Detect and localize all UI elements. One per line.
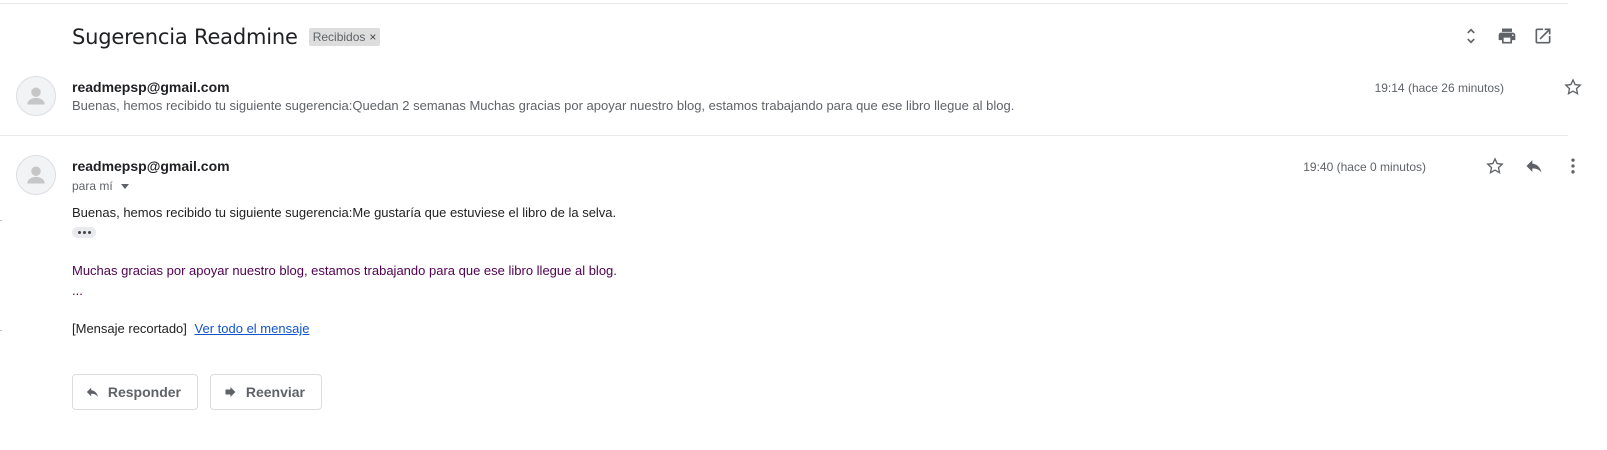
print-icon[interactable] [1497, 24, 1517, 48]
top-divider [0, 3, 1568, 4]
forward-label: Reenviar [245, 384, 305, 400]
dot [87, 231, 91, 234]
dot [77, 231, 81, 234]
message-body-text: Buenas, hemos recibido tu siguiente suge… [72, 205, 617, 220]
label-chip-inbox[interactable]: Recibidos × [308, 28, 381, 46]
recipient-dropdown[interactable]: para mí [72, 179, 129, 193]
message-snippet: Buenas, hemos recibido tu siguiente suge… [72, 98, 1015, 113]
quoted-ellipsis: ... [72, 283, 83, 298]
subject-row: Sugerencia Readmine Recibidos × [72, 22, 381, 52]
default-avatar-icon [17, 77, 55, 115]
edge-tick [0, 220, 2, 221]
chevron-down-icon [120, 184, 129, 189]
message-time: 19:14 (hace 26 minutos) [1374, 81, 1504, 95]
star-icon[interactable] [1563, 77, 1583, 102]
reply-label: Responder [107, 384, 181, 400]
sender-email: readmepsp@gmail.com [72, 79, 230, 95]
quoted-text: Muchas gracias por apoyar nuestro blog, … [72, 263, 617, 278]
expand-collapse-icon[interactable] [1461, 24, 1481, 48]
reply-icon [86, 387, 99, 397]
forward-icon [225, 387, 236, 397]
star-icon[interactable] [1485, 156, 1505, 181]
open-in-new-window-icon[interactable] [1533, 24, 1553, 48]
edge-tick [0, 330, 2, 331]
message-divider [0, 135, 1568, 136]
default-avatar-icon [17, 156, 55, 194]
recipient-label: para mí [72, 179, 113, 193]
label-chip-text: Recibidos [312, 30, 366, 44]
thread-subject: Sugerencia Readmine [72, 25, 298, 49]
more-options-icon[interactable] [1563, 156, 1583, 181]
reply-button[interactable]: Responder [72, 374, 198, 410]
reply-icon[interactable] [1524, 156, 1544, 181]
forward-button[interactable]: Reenviar [210, 374, 322, 410]
thread-toolbar [1461, 24, 1553, 48]
sender-email: readmepsp@gmail.com [72, 158, 230, 174]
dot [82, 231, 86, 234]
clipped-label: [Mensaje recortado] [72, 321, 187, 336]
view-full-message-link[interactable]: Ver todo el mensaje [195, 321, 310, 336]
show-trimmed-content-button[interactable] [72, 227, 96, 238]
clipped-message-notice: [Mensaje recortado] Ver todo el mensaje [72, 321, 309, 336]
remove-label-button[interactable]: × [369, 30, 376, 44]
message-time: 19:40 (hace 0 minutos) [1303, 160, 1426, 174]
avatar [16, 155, 56, 195]
avatar [16, 76, 56, 116]
